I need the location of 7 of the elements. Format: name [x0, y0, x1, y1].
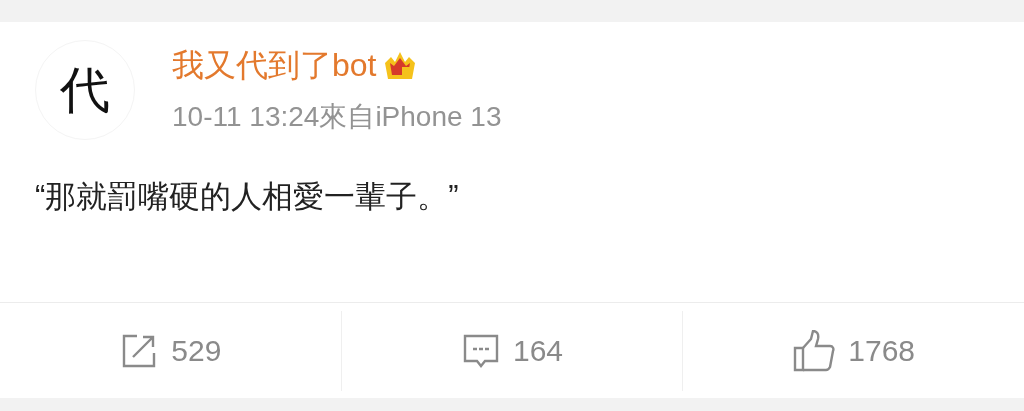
post-meta: 10-11 13:24來自iPhone 13 — [172, 100, 502, 134]
post-text: “那就罰嘴硬的人相愛一輩子。” — [34, 178, 460, 216]
thumbs-up-icon — [792, 329, 837, 372]
repost-button[interactable]: 529 — [0, 310, 341, 391]
like-button[interactable]: 1768 — [682, 310, 1024, 391]
comment-button[interactable]: 164 — [340, 310, 683, 391]
author-name[interactable]: 我又代到了bot — [172, 44, 377, 88]
